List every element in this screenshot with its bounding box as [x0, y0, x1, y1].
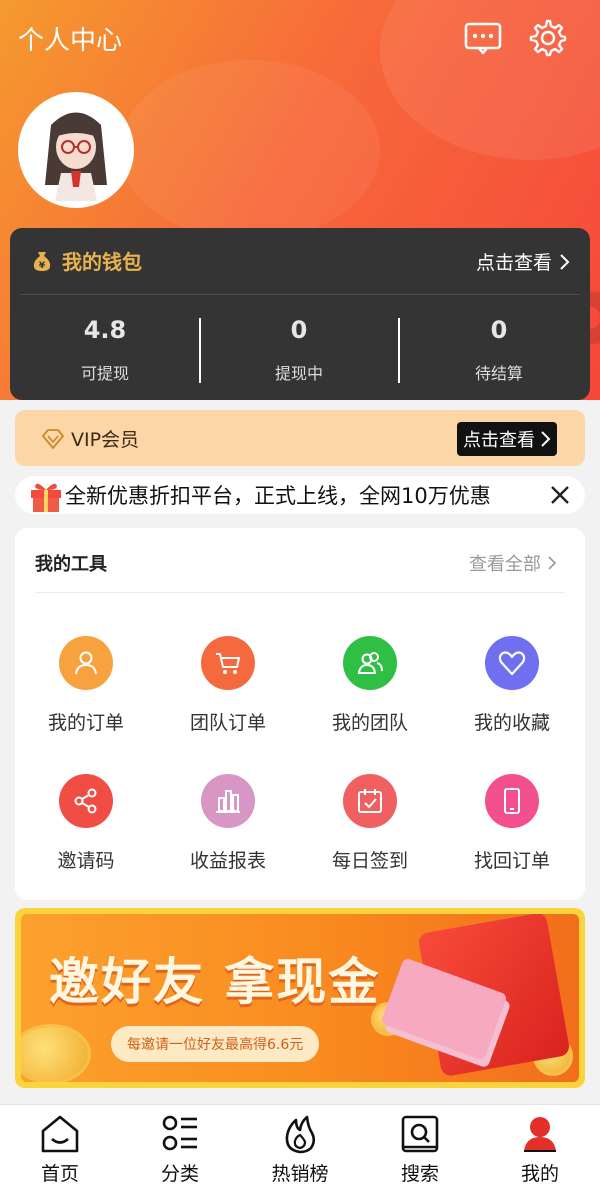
tab-label: 搜索	[400, 1163, 439, 1185]
settings-button[interactable]	[528, 18, 568, 58]
team-icon	[343, 636, 397, 690]
stat-label: 提现中	[274, 364, 323, 383]
vip-bar: VIP会员 点击查看	[15, 410, 585, 466]
close-icon[interactable]	[547, 482, 573, 508]
chevron-right-icon	[548, 556, 557, 570]
tab-home[interactable]: 首页	[0, 1113, 120, 1186]
divider	[20, 294, 580, 295]
stat-value: 0	[290, 316, 308, 344]
heart-icon	[485, 636, 539, 690]
tool-label: 找回订单	[473, 850, 550, 872]
tools-panel: 我的工具 查看全部 我的订单 团队订单 我的团队 我的收藏 邀请码 收益报表 每…	[15, 528, 585, 900]
svg-text:¥: ¥	[39, 261, 46, 271]
tool-my-team[interactable]: 我的团队	[299, 636, 441, 735]
announcement-bar: 全新优惠折扣平台，正式上线，全网10万优惠	[15, 476, 585, 514]
divider	[35, 592, 565, 593]
tool-daily-checkin[interactable]: 每日签到	[299, 774, 441, 873]
banner-subtitle: 每邀请一位好友最高得6.6元	[111, 1026, 320, 1062]
tools-title: 我的工具	[35, 554, 107, 575]
tool-invite-code[interactable]: 邀请码	[15, 774, 157, 873]
tool-label: 我的团队	[331, 712, 408, 734]
money-bag-icon: ¥	[33, 251, 51, 271]
page-title: 个人中心	[18, 26, 123, 56]
tab-profile[interactable]: 我的	[480, 1113, 600, 1186]
view-all-label: 查看全部	[469, 554, 541, 575]
tool-label: 每日签到	[331, 850, 408, 872]
diamond-icon	[42, 428, 64, 449]
tool-earnings-report[interactable]: 收益报表	[157, 774, 299, 873]
message-icon	[464, 22, 502, 55]
search-icon	[401, 1115, 439, 1153]
tab-label: 我的	[520, 1163, 559, 1185]
tab-search[interactable]: 搜索	[360, 1113, 480, 1186]
chevron-right-icon	[541, 431, 551, 447]
divider	[398, 318, 400, 383]
gift-icon	[31, 483, 61, 512]
share-icon	[59, 774, 113, 828]
tab-label: 热销榜	[271, 1163, 329, 1185]
tool-label: 团队订单	[189, 712, 266, 734]
chevron-right-icon	[560, 253, 570, 270]
stat-value: 4.8	[83, 316, 127, 344]
tab-label: 首页	[40, 1163, 79, 1185]
wallet-card: ¥ 我的钱包 点击查看 4.8 可提现 0 提现中 0 待结算	[10, 228, 590, 400]
decor-bubble	[120, 60, 380, 240]
chart-icon	[201, 774, 255, 828]
calendar-icon	[343, 774, 397, 828]
view-all-link[interactable]: 查看全部	[469, 550, 557, 576]
tool-favorites[interactable]: 我的收藏	[441, 636, 583, 735]
invite-banner[interactable]: 邀好友 拿现金 每邀请一位好友最高得6.6元	[15, 908, 585, 1088]
profile-icon	[524, 1117, 556, 1152]
gear-icon	[529, 19, 567, 57]
tool-my-orders[interactable]: 我的订单	[15, 636, 157, 735]
tool-label: 邀请码	[57, 850, 115, 872]
tab-hot-sales[interactable]: 热销榜	[240, 1113, 360, 1186]
vip-view-label: 点击查看	[463, 430, 535, 451]
wallet-title: ¥ 我的钱包	[30, 246, 142, 275]
stat-value: 0	[490, 316, 508, 344]
bottom-tab-bar: 首页 分类 热销榜 搜索 我的	[0, 1104, 600, 1193]
message-button[interactable]	[463, 18, 503, 58]
tool-recover-orders[interactable]: 找回订单	[441, 774, 583, 873]
tool-label: 我的收藏	[473, 712, 550, 734]
announcement-text: 全新优惠折扣平台，正式上线，全网10万优惠	[65, 484, 491, 508]
divider	[199, 318, 201, 383]
wallet-view-link[interactable]: 点击查看	[476, 248, 570, 275]
avatar-illustration-icon	[21, 95, 131, 205]
tool-label: 我的订单	[47, 712, 124, 734]
cart-icon	[201, 636, 255, 690]
coin-icon	[21, 1024, 91, 1082]
banner-title: 邀好友 拿现金	[49, 953, 381, 1011]
category-icon	[162, 1115, 197, 1151]
fire-icon	[285, 1115, 316, 1154]
stat-label: 可提现	[80, 364, 129, 383]
tool-label: 收益报表	[189, 850, 266, 872]
banner-background: 邀好友 拿现金 每邀请一位好友最高得6.6元	[21, 914, 579, 1082]
wallet-view-label: 点击查看	[475, 252, 552, 274]
vip-label: VIP会员	[71, 429, 140, 451]
wallet-stat-pending[interactable]: 0 待结算	[404, 316, 594, 384]
wallet-stat-withdrawable[interactable]: 4.8 可提现	[10, 316, 200, 384]
tool-team-orders[interactable]: 团队订单	[157, 636, 299, 735]
wallet-title-label: 我的钱包	[62, 250, 142, 274]
vip-label-group: VIP会员	[41, 425, 139, 452]
tab-category[interactable]: 分类	[120, 1113, 240, 1186]
avatar[interactable]	[18, 92, 134, 208]
vip-view-button[interactable]: 点击查看	[457, 422, 557, 456]
phone-icon	[485, 774, 539, 828]
home-icon	[41, 1115, 79, 1153]
user-icon	[59, 636, 113, 690]
wallet-stat-withdrawing[interactable]: 0 提现中	[204, 316, 394, 384]
stat-label: 待结算	[474, 364, 523, 383]
tab-label: 分类	[160, 1163, 199, 1185]
